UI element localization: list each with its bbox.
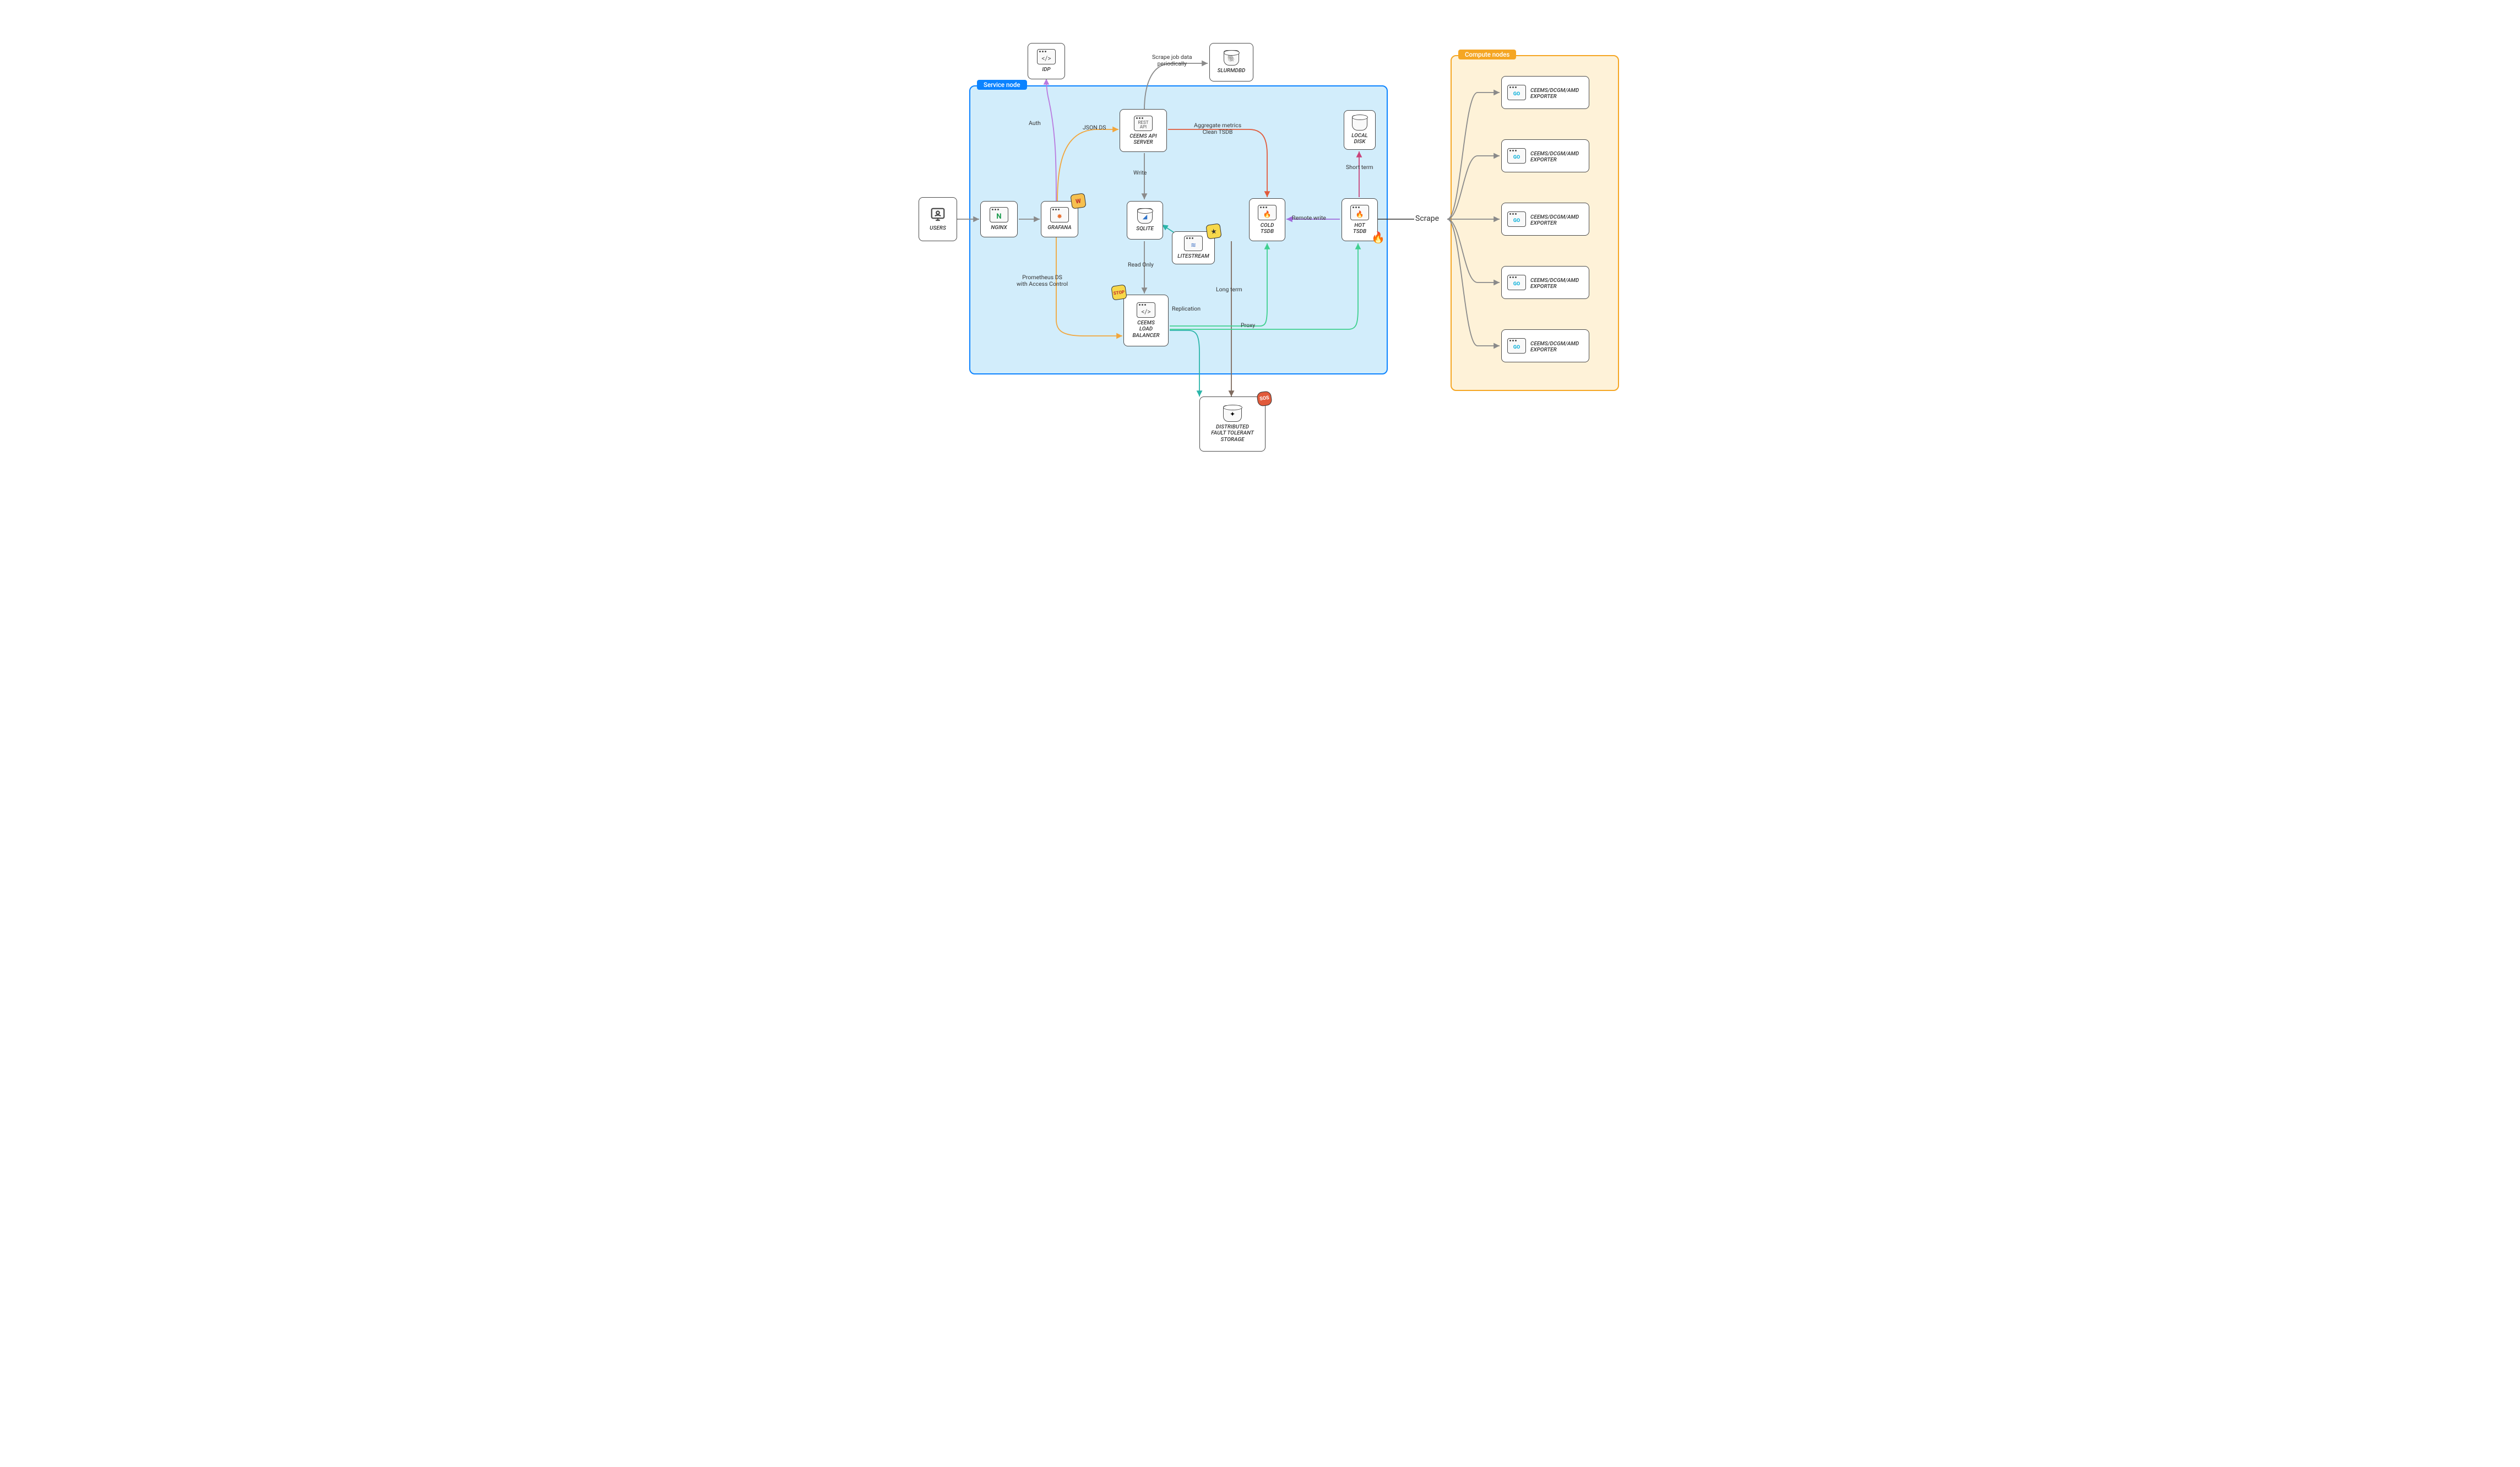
litestream-icon: ≋ (1184, 236, 1203, 251)
sqlite-icon: ◢ (1137, 208, 1153, 224)
edge-grafana-api (1057, 129, 1118, 203)
node-exporter-3: GO CEEMS/DCGM/AMD EXPORTER (1501, 203, 1589, 236)
node-load-balancer: </> CEEMS LOAD BALANCER STOP (1123, 295, 1169, 346)
node-slurmdbd: 🐘 SLURMDBD (1209, 43, 1253, 82)
node-grafana: ✸ GRAFANA W (1041, 201, 1078, 237)
db-icon: 🐘 (1224, 50, 1239, 66)
node-cold-tsdb: 🔥 COLD TSDB (1249, 198, 1285, 241)
go-icon: GO (1507, 275, 1526, 290)
edge-api-slurm (1144, 63, 1208, 110)
prometheus-icon-cold: 🔥 (1258, 205, 1277, 220)
fire-icon: 🔥 (1371, 231, 1385, 244)
edges-scrape-fanout (1447, 93, 1500, 346)
go-icon: GO (1507, 148, 1526, 164)
go-icon: GO (1507, 338, 1526, 354)
go-icon: GO (1507, 211, 1526, 227)
prometheus-icon-hot: 🔥 (1350, 205, 1369, 220)
nginx-icon: N (990, 207, 1008, 222)
disk-icon (1352, 115, 1367, 131)
user-icon (930, 207, 946, 223)
node-users: USERS (919, 197, 957, 241)
sticker-stop: STOP (1111, 284, 1127, 300)
node-hot-tsdb: 🔥 HOT TSDB 🔥 (1342, 198, 1378, 241)
grafana-icon: ✸ (1050, 207, 1069, 222)
edge-api-cold (1168, 129, 1267, 197)
node-api-server: RESTAPI CEEMS API SERVER (1120, 109, 1167, 152)
node-idp: </> IDP (1028, 43, 1065, 79)
node-litestream: ≋ LITESTREAM ★ (1172, 231, 1215, 264)
node-exporter-1: GO CEEMS/DCGM/AMD EXPORTER (1501, 76, 1589, 109)
edge-grafana-idp (1046, 79, 1056, 203)
sticker-litestream: ★ (1205, 223, 1221, 239)
code-icon-lb: </> (1137, 302, 1155, 318)
node-exporter-5: GO CEEMS/DCGM/AMD EXPORTER (1501, 329, 1589, 362)
architecture-diagram: Service node Compute nodes (863, 0, 1657, 463)
sticker-wow: W (1070, 193, 1086, 209)
code-icon: </> (1037, 49, 1056, 64)
go-icon: GO (1507, 85, 1526, 100)
node-local-disk: LOCAL DISK (1344, 110, 1376, 150)
node-sqlite: ◢ SQLITE (1127, 201, 1163, 240)
node-exporter-4: GO CEEMS/DCGM/AMD EXPORTER (1501, 266, 1589, 299)
node-storage: ✦ DISTRIBUTED FAULT TOLERANT STORAGE SOS (1199, 396, 1266, 452)
node-exporter-2: GO CEEMS/DCGM/AMD EXPORTER (1501, 139, 1589, 172)
edge-lb-storage-repl (1170, 330, 1199, 396)
storage-icon: ✦ (1223, 405, 1242, 422)
node-nginx: N NGINX (980, 201, 1018, 237)
rest-api-icon: RESTAPI (1134, 116, 1153, 131)
